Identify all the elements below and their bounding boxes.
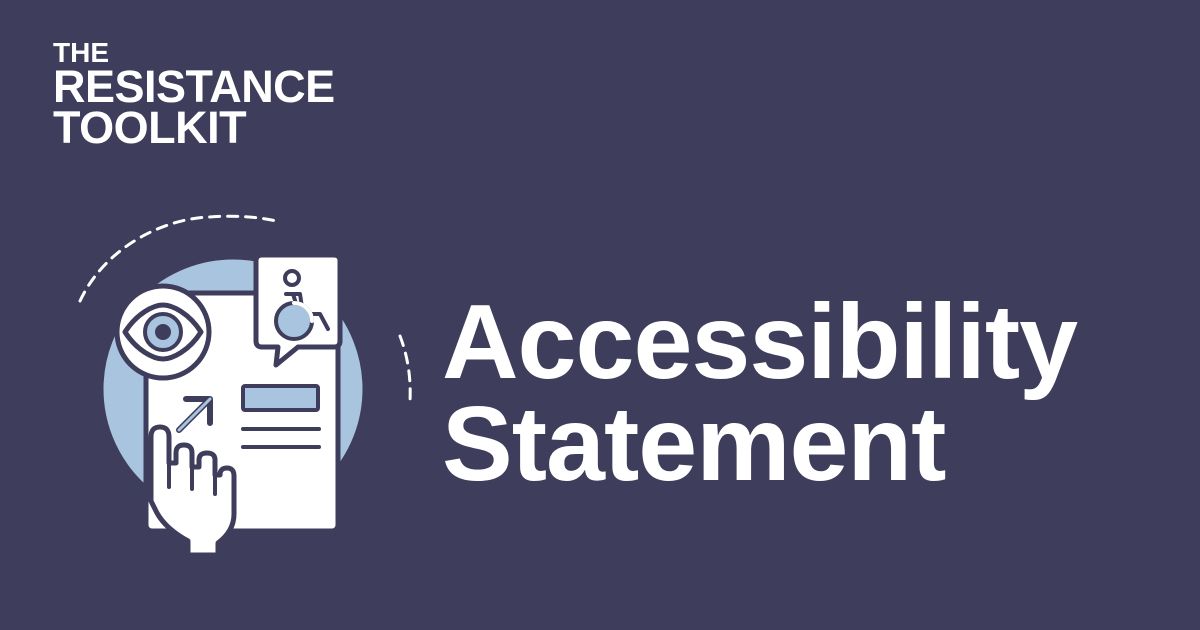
illustration-svg — [78, 214, 412, 558]
brand-logo: THE RESISTANCE TOOLKIT — [53, 38, 335, 153]
document-title-block — [241, 384, 320, 412]
headline-line-2: Statement — [442, 384, 946, 503]
page: THE RESISTANCE TOOLKIT Accessibility Sta… — [0, 0, 1200, 630]
logo-line-3: TOOLKIT — [53, 101, 247, 153]
accessibility-illustration — [62, 205, 422, 565]
page-title: Accessibility Statement — [442, 283, 1182, 503]
headline-line-1: Accessibility — [442, 283, 1078, 401]
dashed-arc-right — [398, 334, 412, 403]
